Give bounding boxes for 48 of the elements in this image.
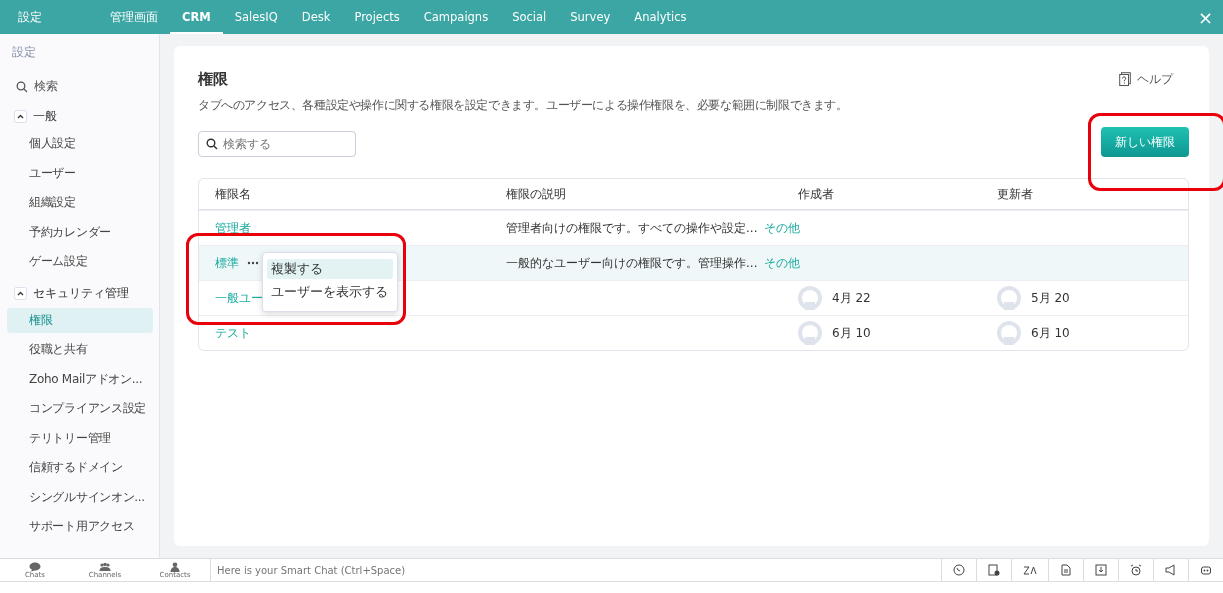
sidebar-item[interactable]: 権限: [7, 307, 153, 333]
app-title: 設定: [17, 8, 43, 26]
search-field[interactable]: 検索する: [198, 131, 356, 157]
page-description: タブへのアクセス、各種設定や操作に関する権限を設定できます。ユーザーによる操作権限を、必要な範囲に制限できます。: [198, 97, 848, 114]
sidebar-item[interactable]: 予約カレンダー: [7, 219, 153, 245]
sidebar-item[interactable]: サポート用アクセス: [7, 514, 153, 539]
avatar-icon: [997, 321, 1021, 345]
sidebar-heading: 設定: [11, 44, 37, 61]
page-title: 権限: [198, 70, 229, 89]
sidebar-item[interactable]: コンプライアンス設定: [7, 396, 153, 421]
sidebar-item[interactable]: 信頼するドメイン: [7, 455, 153, 480]
menu-item[interactable]: ユーザーを表示する: [267, 282, 393, 302]
column-header: 権限名: [214, 185, 252, 203]
sidebar-item[interactable]: 役職と共有: [7, 337, 153, 362]
help-icon: [1119, 72, 1131, 86]
search-icon: [206, 138, 218, 150]
created-date: 6月 10: [832, 324, 871, 342]
sidebar-item[interactable]: シングルサインオン...: [7, 484, 153, 510]
section-label[interactable]: セキュリティ管理: [33, 284, 129, 302]
column-header: 更新者: [996, 185, 1034, 203]
search-icon: [16, 80, 28, 93]
menu-item[interactable]: 複製する: [267, 259, 393, 279]
person-icon: [169, 561, 181, 572]
sidebar-item[interactable]: テリトリー管理: [7, 425, 153, 451]
caret-icon[interactable]: [14, 286, 27, 300]
column-header: 作成者: [797, 185, 835, 203]
created-date: 4月 22: [832, 289, 871, 307]
speech-bubble-icon: [29, 561, 41, 572]
column-header: 権限の説明: [505, 185, 567, 203]
description-text: 管理者向けの権限です。すべての操作や設定...: [506, 219, 758, 237]
sidebar-item[interactable]: ゲーム設定: [7, 249, 153, 274]
avatar-icon: [798, 321, 822, 345]
description-text: 一般的なユーザー向けの権限です。管理操作...: [506, 254, 758, 272]
group-icon: [99, 561, 111, 572]
more-icon[interactable]: [247, 261, 259, 265]
section-label[interactable]: 一般: [33, 108, 57, 125]
caret-icon[interactable]: [14, 110, 27, 123]
sidebar-item[interactable]: 個人設定: [7, 131, 153, 156]
updated-date: 6月 10: [1031, 324, 1070, 342]
help-link[interactable]: ヘルプ: [1119, 70, 1173, 88]
updated-date: 5月 20: [1031, 289, 1070, 307]
sidebar-item[interactable]: ユーザー: [7, 160, 153, 186]
sidebar-item[interactable]: Zoho Mailアドオン...: [7, 366, 153, 392]
sidebar-item[interactable]: 組織設定: [7, 190, 153, 215]
avatar-icon: [798, 286, 822, 310]
sidebar-search[interactable]: 検索: [0, 71, 159, 102]
table-row[interactable]: テスト 6月 10 6月 10: [199, 315, 1188, 350]
avatar-icon: [997, 286, 1021, 310]
